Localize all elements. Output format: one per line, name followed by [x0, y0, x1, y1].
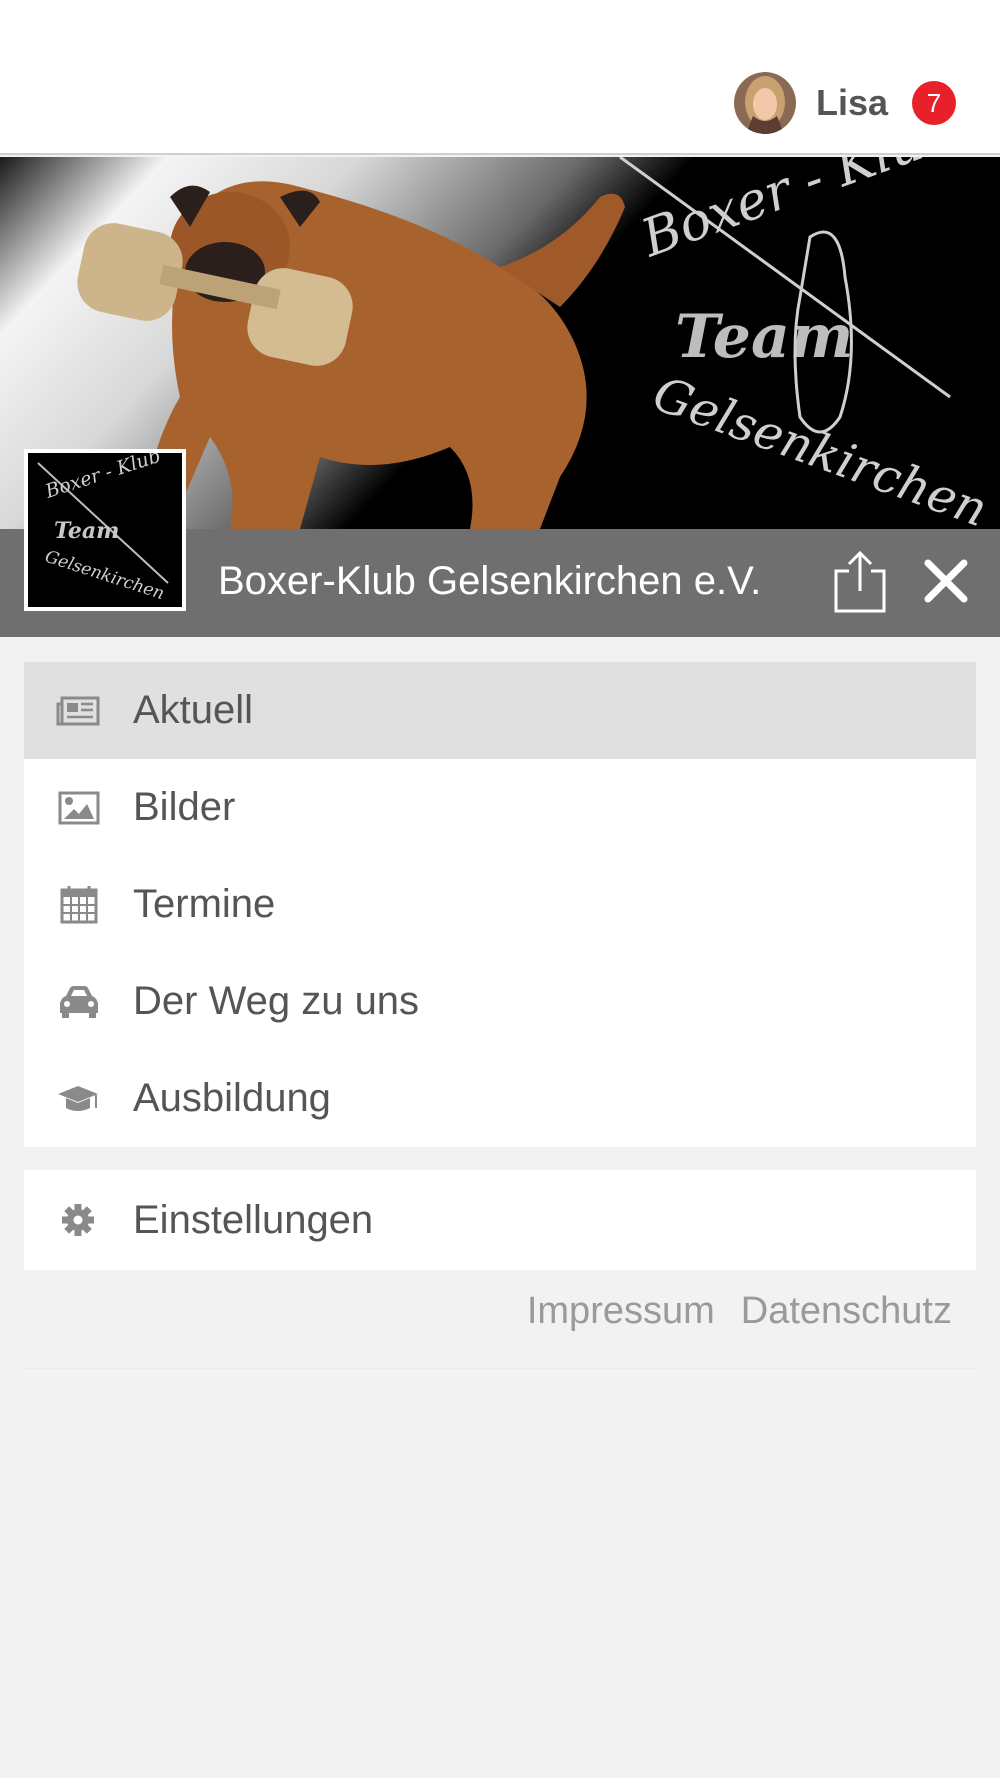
- top-bar: Lisa 7: [0, 0, 1000, 155]
- menu-item-bilder[interactable]: Bilder: [24, 759, 976, 856]
- close-button[interactable]: [920, 555, 972, 607]
- club-name: Boxer-Klub Gelsenkirchen e.V.: [218, 559, 762, 603]
- menu-label: Einstellungen: [133, 1197, 374, 1242]
- menu-label: Ausbildung: [133, 1076, 331, 1120]
- menu-label: Termine: [133, 882, 276, 926]
- menu-item-der-weg-zu-uns[interactable]: Der Weg zu uns: [24, 953, 976, 1050]
- menu-item-aktuell[interactable]: Aktuell: [24, 662, 976, 759]
- logo-bottom-text: Gelsenkirchen: [42, 547, 166, 604]
- user-avatar[interactable]: [733, 72, 796, 134]
- logo-team-text: Team: [54, 518, 119, 544]
- menu-item-ausbildung[interactable]: Ausbildung: [24, 1050, 976, 1147]
- user-menu[interactable]: Lisa 7: [733, 72, 956, 134]
- settings-card: Einstellungen: [24, 1170, 976, 1270]
- menu-item-termine[interactable]: Termine: [24, 856, 976, 953]
- menu-label: Bilder: [133, 785, 236, 829]
- menu-item-einstellungen[interactable]: Einstellungen: [24, 1170, 976, 1270]
- newspaper-icon: [56, 696, 100, 726]
- user-name[interactable]: Lisa: [816, 82, 888, 124]
- banner-logo-team-text: Team: [675, 302, 853, 372]
- gear-icon: [62, 1204, 94, 1236]
- menu-label: Aktuell: [133, 688, 254, 732]
- footer-links: Impressum Datenschutz: [501, 1290, 952, 1333]
- share-button[interactable]: [832, 549, 888, 615]
- share-icon: [834, 550, 886, 613]
- logo-top-text: Boxer - Klub: [42, 453, 164, 503]
- club-logo: Boxer - Klub Team Gelsenkirchen: [24, 445, 186, 611]
- calendar-icon: [60, 886, 98, 924]
- image-icon: [58, 791, 100, 825]
- navigation-menu: Aktuell Bilder Termine Der Weg zu uns Au…: [24, 662, 976, 1147]
- close-icon: [924, 559, 968, 603]
- impressum-link[interactable]: Impressum: [527, 1290, 715, 1333]
- notification-badge[interactable]: 7: [912, 81, 956, 125]
- menu-label: Der Weg zu uns: [133, 979, 420, 1023]
- datenschutz-link[interactable]: Datenschutz: [741, 1290, 952, 1333]
- empty-content-area: [24, 1368, 976, 1778]
- car-icon: [60, 986, 98, 1018]
- graduation-cap-icon: [58, 1086, 98, 1111]
